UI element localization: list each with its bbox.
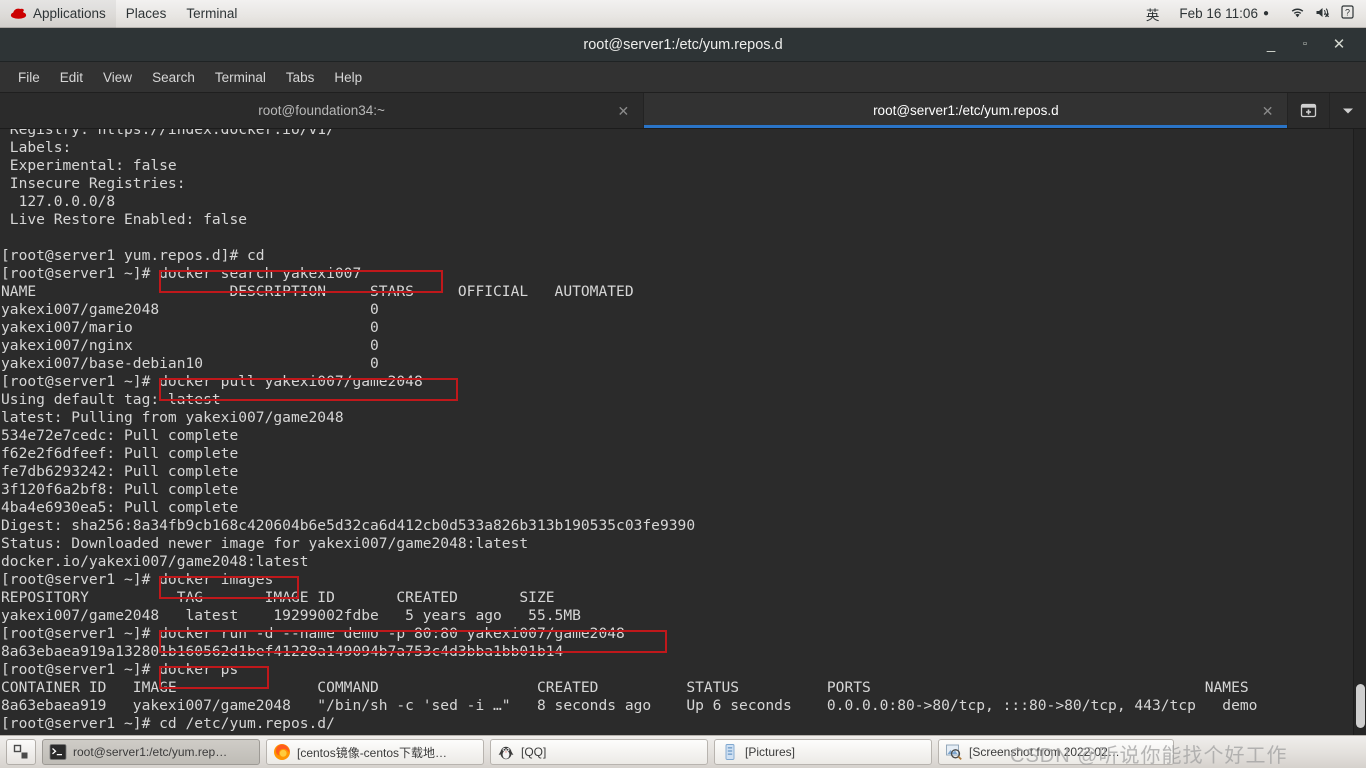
terminal-line: CONTAINER ID IMAGE COMMAND CREATED STATU… [1, 679, 1249, 696]
terminal-app-menu-label: Terminal [186, 6, 238, 21]
places-menu[interactable]: Places [116, 0, 177, 28]
menu-search[interactable]: Search [142, 67, 205, 88]
show-desktop-icon[interactable] [6, 739, 36, 765]
tabbar: root@foundation34:~ ✕ root@server1:/etc/… [0, 93, 1366, 129]
redhat-logo-icon [10, 7, 27, 20]
terminal-line: [root@server1 ~]# docker run -d --name d… [1, 625, 625, 642]
clock-label: Feb 16 11:06 [1179, 6, 1258, 21]
terminal-line: 8a63ebaea919 yakexi007/game2048 "/bin/sh… [1, 697, 1258, 714]
calendar-dot-icon: ● [1262, 8, 1269, 19]
terminal-line: 8a63ebaea919a132801b160562d1bef41228a149… [1, 643, 564, 660]
places-menu-label: Places [125, 6, 167, 21]
terminal-line: Registry: https://index.docker.io/v1/ [1, 129, 335, 138]
terminal-text: Registry: https://index.docker.io/v1/ La… [0, 129, 1257, 733]
menu-edit[interactable]: Edit [50, 67, 93, 88]
applications-menu[interactable]: Applications [0, 0, 116, 28]
terminal-line: yakexi007/game2048 0 [1, 301, 379, 318]
gnome-top-panel: Applications Places Terminal 英 Feb 16 11… [0, 0, 1366, 28]
menu-file[interactable]: File [8, 67, 50, 88]
terminal-line: Labels: [1, 139, 72, 156]
terminal-line: yakexi007/game2048 latest 19299002fdbe 5… [1, 607, 581, 624]
terminal-line: [root@server1 ~]# cd /etc/yum.repos.d/ [1, 715, 335, 732]
close-button[interactable]: ✕ [1322, 30, 1356, 60]
taskbar-item-label: [QQ] [521, 745, 547, 759]
terminal-line: Digest: sha256:8a34fb9cb168c420604b6e5d3… [1, 517, 696, 534]
svg-text:?: ? [1345, 7, 1350, 17]
taskbar-item-label: [Screenshot from 2022-02… [969, 745, 1120, 759]
taskbar-item-firefox[interactable]: [centos镜像-centos下载地… [266, 739, 484, 765]
battery-unknown-icon: ? [1341, 5, 1354, 22]
taskbar-item-label: [centos镜像-centos下载地… [297, 745, 448, 760]
terminal-line: 534e72e7cedc: Pull complete [1, 427, 239, 444]
tab-close-icon[interactable]: ✕ [617, 104, 629, 118]
terminal-line: f62e2f6dfeef: Pull complete [1, 445, 239, 462]
tab-foundation34[interactable]: root@foundation34:~ ✕ [0, 93, 645, 128]
volume-muted-icon [1315, 6, 1332, 22]
input-method-indicator[interactable]: 英 [1136, 0, 1170, 28]
terminal-line: docker.io/yakexi007/game2048:latest [1, 553, 309, 570]
tab-label: root@foundation34:~ [258, 103, 385, 118]
terminal-line: Status: Downloaded newer image for yakex… [1, 535, 529, 552]
tab-server1-yum-repos-d[interactable]: root@server1:/etc/yum.repos.d ✕ [644, 93, 1289, 128]
terminal-line: [root@server1 ~]# docker ps [1, 661, 239, 678]
tab-label: root@server1:/etc/yum.repos.d [873, 103, 1059, 118]
window-title: root@server1:/etc/yum.repos.d [583, 36, 783, 53]
taskbar-item-terminal[interactable]: root@server1:/etc/yum.rep… [42, 739, 260, 765]
terminal-line: [root@server1 ~]# docker search yakexi00… [1, 265, 362, 282]
terminal-line: Experimental: false [1, 157, 177, 174]
new-tab-icon[interactable] [1288, 93, 1331, 128]
scrollbar-thumb[interactable] [1356, 684, 1365, 728]
file-manager-icon [721, 743, 739, 761]
taskbar-item-qq[interactable]: [QQ] [490, 739, 708, 765]
tab-close-icon[interactable]: ✕ [1262, 104, 1274, 118]
system-status-menu[interactable]: ? [1279, 0, 1366, 28]
taskbar-item-pictures[interactable]: [Pictures] [714, 739, 932, 765]
taskbar-item-label: [Pictures] [745, 745, 796, 759]
clock[interactable]: Feb 16 11:06 ● [1169, 0, 1279, 28]
terminal-line: REPOSITORY TAG IMAGE ID CREATED SIZE [1, 589, 555, 606]
taskbar: root@server1:/etc/yum.rep… [centos镜像-cen… [0, 735, 1366, 768]
input-method-label: 英 [1145, 7, 1160, 23]
terminal-line: Live Restore Enabled: false [1, 211, 248, 228]
terminal-line: yakexi007/mario 0 [1, 319, 379, 336]
taskbar-item-label: root@server1:/etc/yum.rep… [73, 745, 228, 759]
terminal-line: yakexi007/base-debian10 0 [1, 355, 379, 372]
terminal-line: 127.0.0.0/8 [1, 193, 116, 210]
wifi-icon [1289, 6, 1306, 22]
firefox-icon [273, 743, 291, 761]
terminal-line: Insecure Registries: [1, 175, 186, 192]
applications-menu-label: Applications [33, 6, 106, 21]
menu-help[interactable]: Help [324, 67, 372, 88]
terminal-line: [root@server1 yum.repos.d]# cd [1, 247, 265, 264]
terminal-line: NAME DESCRIPTION STARS OFFICIAL AUTOMATE… [1, 283, 634, 300]
terminal-line: [root@server1 ~]# docker pull yakexi007/… [1, 373, 423, 390]
taskbar-item-screenshot[interactable]: [Screenshot from 2022-02… [938, 739, 1174, 765]
menu-tabs[interactable]: Tabs [276, 67, 325, 88]
terminal-output-area[interactable]: Registry: https://index.docker.io/v1/ La… [0, 129, 1366, 735]
maximize-button[interactable]: ▫ [1288, 30, 1322, 60]
terminal-scrollbar[interactable] [1353, 129, 1366, 735]
image-viewer-icon [945, 743, 963, 761]
panel-status-area: 英 Feb 16 11:06 ● ? [1136, 0, 1366, 28]
terminal-icon [49, 743, 67, 761]
terminal-app-menu[interactable]: Terminal [176, 0, 247, 28]
terminal-window: root@server1:/etc/yum.repos.d _ ▫ ✕ File… [0, 28, 1366, 735]
menu-view[interactable]: View [93, 67, 142, 88]
terminal-line: fe7db6293242: Pull complete [1, 463, 239, 480]
menu-terminal[interactable]: Terminal [205, 67, 276, 88]
qq-penguin-icon [497, 743, 515, 761]
terminal-line: yakexi007/nginx 0 [1, 337, 379, 354]
terminal-line: 4ba4e6930ea5: Pull complete [1, 499, 239, 516]
terminal-line: 3f120f6a2bf8: Pull complete [1, 481, 239, 498]
window-titlebar[interactable]: root@server1:/etc/yum.repos.d _ ▫ ✕ [0, 28, 1366, 62]
terminal-line: [root@server1 ~]# docker images [1, 571, 274, 588]
chevron-down-icon[interactable] [1330, 93, 1366, 128]
window-controls: _ ▫ ✕ [1254, 30, 1366, 60]
terminal-line: latest: Pulling from yakexi007/game2048 [1, 409, 344, 426]
terminal-line: Using default tag: latest [1, 391, 221, 408]
menubar: File Edit View Search Terminal Tabs Help [0, 62, 1366, 93]
minimize-button[interactable]: _ [1254, 30, 1288, 60]
